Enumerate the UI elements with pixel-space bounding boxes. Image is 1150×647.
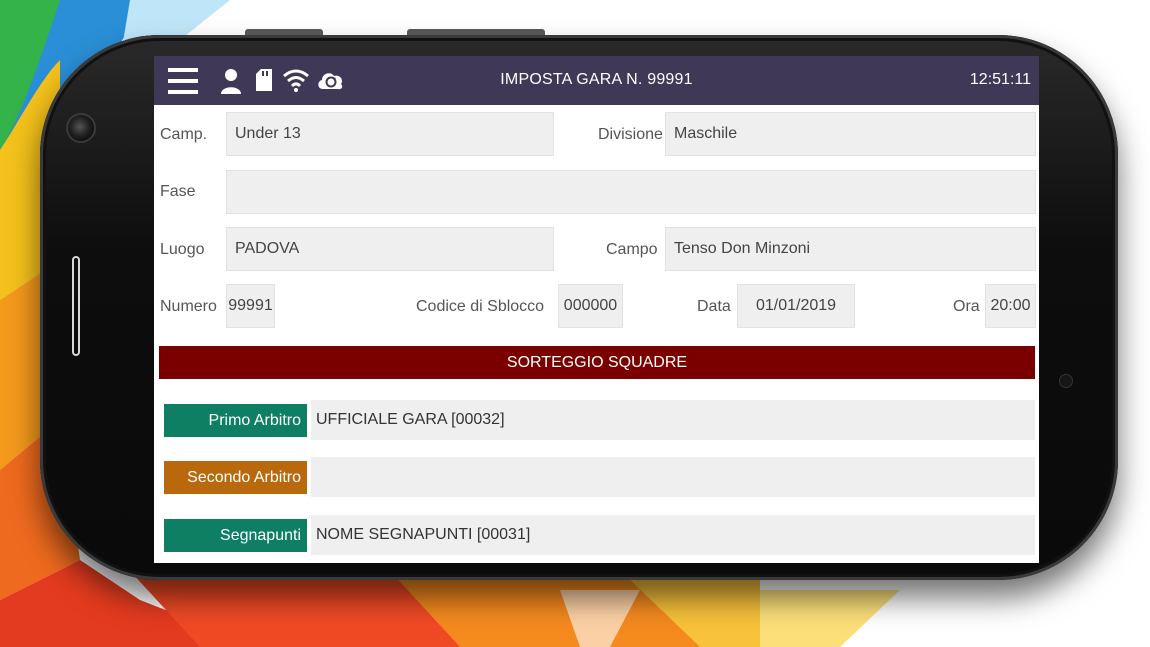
divisione-field[interactable]: Maschile bbox=[665, 112, 1036, 156]
clock: 12:51:11 bbox=[969, 71, 1031, 88]
app-header: IMPOSTA GARA N. 99991 12:51:11 bbox=[154, 56, 1039, 105]
numero-field[interactable]: 99991 bbox=[226, 284, 275, 328]
codice-field[interactable]: 000000 bbox=[558, 284, 623, 328]
data-field[interactable]: 01/01/2019 bbox=[737, 284, 855, 328]
phone-button-volume bbox=[245, 29, 323, 35]
camp-label: Camp. bbox=[160, 126, 208, 143]
luogo-field[interactable]: PADOVA bbox=[226, 227, 554, 271]
phone-button-power bbox=[407, 29, 545, 35]
numero-label: Numero bbox=[160, 298, 217, 315]
sorteggio-squadre-button[interactable]: SORTEGGIO SQUADRE bbox=[159, 346, 1035, 379]
front-camera bbox=[66, 113, 96, 143]
secondo-arbitro-button[interactable]: Secondo Arbitro bbox=[164, 461, 307, 494]
app-screen: IMPOSTA GARA N. 99991 12:51:11 Camp. Und… bbox=[154, 56, 1039, 563]
secondo-arbitro-field[interactable] bbox=[311, 457, 1035, 497]
page-title: IMPOSTA GARA N. 99991 bbox=[500, 71, 693, 88]
segnapunti-field[interactable]: NOME SEGNAPUNTI [00031] bbox=[311, 515, 1035, 555]
phone-sensor bbox=[1059, 374, 1073, 388]
primo-arbitro-field[interactable]: UFFICIALE GARA [00032] bbox=[311, 400, 1035, 440]
primo-arbitro-button[interactable]: Primo Arbitro bbox=[164, 404, 307, 437]
camp-field[interactable]: Under 13 bbox=[226, 112, 554, 156]
segnapunti-button[interactable]: Segnapunti bbox=[164, 519, 307, 552]
fase-label: Fase bbox=[160, 183, 196, 200]
ora-label: Ora bbox=[953, 298, 980, 315]
data-label: Data bbox=[697, 298, 731, 315]
campo-field[interactable]: Tenso Don Minzoni bbox=[665, 227, 1036, 271]
phone-speaker bbox=[72, 256, 80, 356]
codice-label: Codice di Sblocco bbox=[416, 298, 545, 315]
luogo-label: Luogo bbox=[160, 241, 205, 258]
campo-label: Campo bbox=[606, 241, 658, 258]
ora-field[interactable]: 20:00 bbox=[985, 284, 1036, 328]
fase-field[interactable] bbox=[226, 170, 1036, 214]
divisione-label: Divisione bbox=[598, 126, 663, 143]
